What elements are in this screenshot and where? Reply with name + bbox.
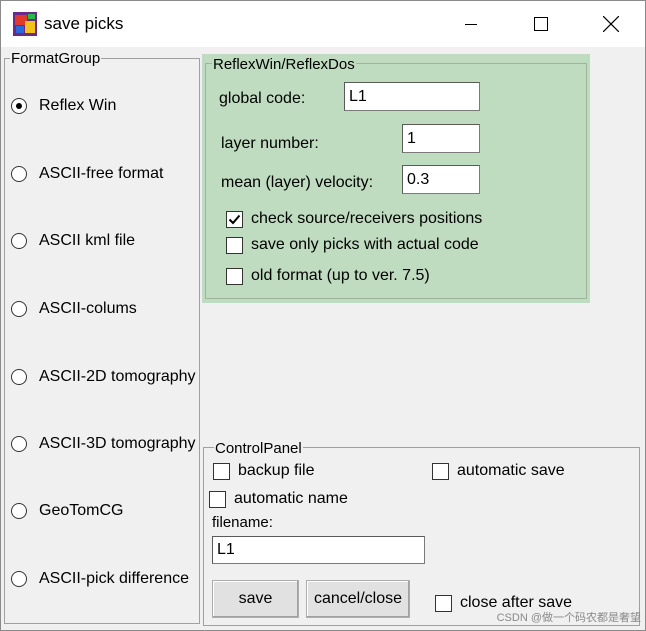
- radio-button[interactable]: [11, 436, 27, 452]
- global-code-label: global code:: [219, 90, 306, 107]
- checkbox[interactable]: [226, 236, 243, 254]
- radio-button[interactable]: [11, 503, 27, 519]
- radio-button[interactable]: [11, 166, 27, 182]
- velocity-input[interactable]: [402, 165, 480, 194]
- backup-file[interactable]: backup file: [213, 461, 315, 481]
- app-icon: [13, 12, 37, 36]
- checkmark-icon: [228, 214, 241, 224]
- checkbox-label: automatic save: [457, 462, 565, 479]
- checkbox-label: check source/receivers positions: [251, 210, 483, 227]
- radio-label: ASCII-colums: [39, 300, 137, 317]
- format-group-label: FormatGroup: [10, 50, 102, 67]
- radio-button[interactable]: [11, 98, 27, 114]
- filename-input[interactable]: [212, 536, 425, 564]
- checkbox[interactable]: [432, 462, 449, 480]
- radio-button[interactable]: [11, 571, 27, 587]
- checkbox-label: old format (up to ver. 7.5): [251, 267, 430, 284]
- filename-label: filename:: [212, 514, 273, 531]
- layer-number-input[interactable]: [402, 124, 480, 153]
- radio-button[interactable]: [11, 233, 27, 249]
- radio-button[interactable]: [11, 369, 27, 385]
- save-only-actual-code[interactable]: save only picks with actual code: [226, 235, 479, 255]
- radio-ascii-3d-tomography[interactable]: ASCII-3D tomography: [11, 434, 196, 454]
- check-source-receivers[interactable]: check source/receivers positions: [226, 209, 482, 229]
- format-group: [4, 58, 200, 624]
- radio-geotomcg[interactable]: GeoTomCG: [11, 501, 123, 521]
- radio-label: ASCII kml file: [39, 232, 136, 249]
- automatic-save[interactable]: automatic save: [432, 461, 565, 481]
- checkbox-label: automatic name: [234, 490, 348, 507]
- cancel-close-button[interactable]: cancel/close: [306, 580, 410, 618]
- window-title: save picks: [44, 14, 124, 33]
- checkbox[interactable]: [435, 594, 452, 612]
- save-button[interactable]: save: [212, 580, 299, 618]
- checkbox[interactable]: [226, 267, 243, 285]
- checkbox-label: backup file: [238, 462, 315, 479]
- maximize-icon: [534, 17, 548, 31]
- title-bar[interactable]: save picks: [1, 1, 645, 47]
- radio-label: Reflex Win: [39, 97, 117, 114]
- close-icon: [603, 16, 619, 32]
- velocity-label: mean (layer) velocity:: [221, 174, 374, 191]
- radio-label: ASCII-pick difference: [39, 570, 189, 587]
- close-button[interactable]: [576, 1, 646, 47]
- maximize-button[interactable]: [506, 1, 576, 47]
- radio-ascii-kml-file[interactable]: ASCII kml file: [11, 231, 135, 251]
- radio-label: ASCII-free format: [39, 165, 164, 182]
- reflex-group-label: ReflexWin/ReflexDos: [212, 56, 356, 73]
- checkbox[interactable]: [209, 490, 226, 508]
- radio-ascii-colums[interactable]: ASCII-colums: [11, 299, 137, 319]
- radio-reflex-win[interactable]: Reflex Win: [11, 96, 116, 116]
- checkbox[interactable]: [213, 462, 230, 480]
- radio-ascii-2d-tomography[interactable]: ASCII-2D tomography: [11, 367, 196, 387]
- minimize-button[interactable]: [436, 1, 506, 47]
- radio-button[interactable]: [11, 301, 27, 317]
- radio-ascii-free-format[interactable]: ASCII-free format: [11, 164, 163, 184]
- checkbox-label: save only picks with actual code: [251, 236, 479, 253]
- minimize-icon: [465, 24, 477, 25]
- automatic-name[interactable]: automatic name: [209, 489, 348, 509]
- save-picks-window: save picks FormatGroup Reflex Win ASCII-…: [0, 0, 646, 631]
- layer-number-label: layer number:: [221, 135, 319, 152]
- csdn-watermark: CSDN @做一个码农都是奢望: [496, 612, 641, 624]
- old-format[interactable]: old format (up to ver. 7.5): [226, 266, 430, 286]
- radio-label: GeoTomCG: [39, 502, 124, 519]
- control-panel-label: ControlPanel: [214, 440, 303, 457]
- radio-label: ASCII-2D tomography: [39, 368, 196, 385]
- radio-ascii-pick-difference[interactable]: ASCII-pick difference: [11, 569, 189, 589]
- checkbox[interactable]: [226, 210, 243, 228]
- radio-label: ASCII-3D tomography: [39, 435, 196, 452]
- global-code-input[interactable]: [344, 82, 480, 111]
